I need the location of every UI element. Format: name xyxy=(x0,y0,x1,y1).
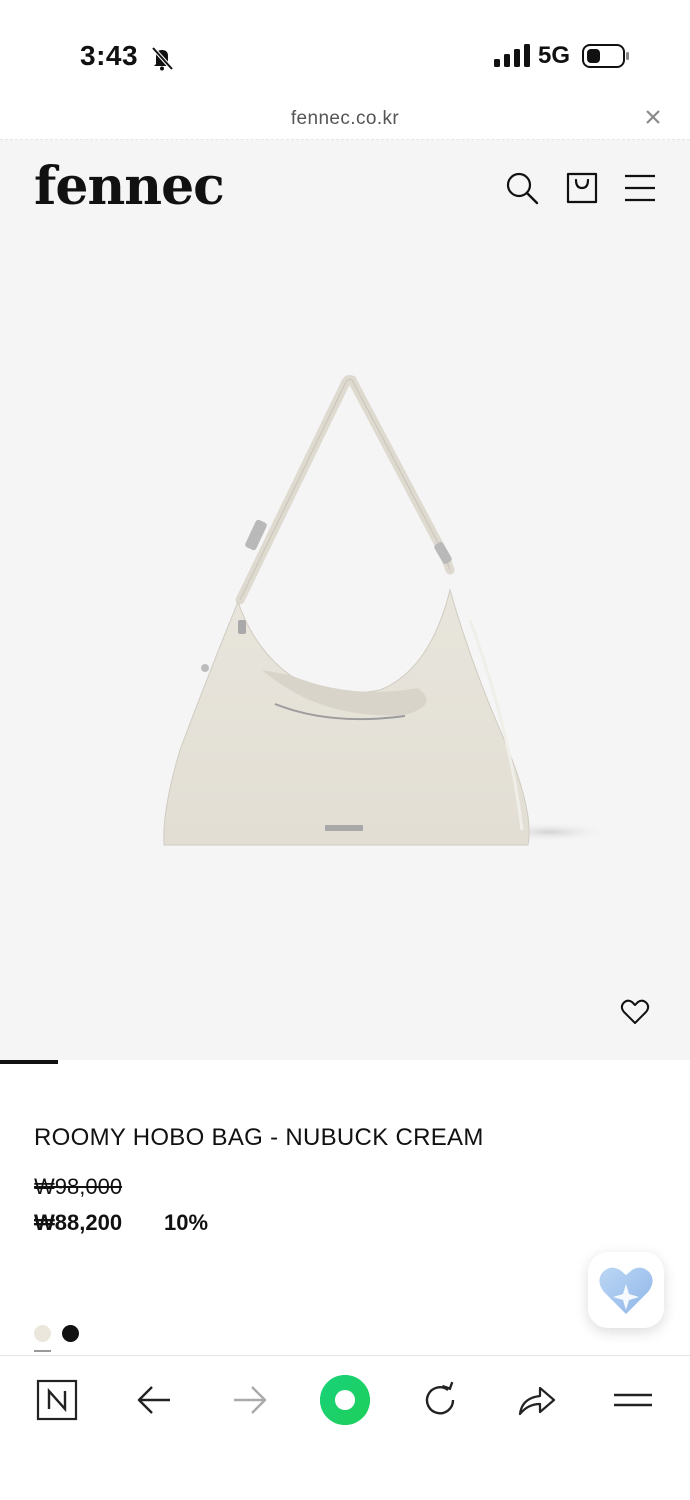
image-slider-track xyxy=(0,1060,690,1064)
url-text[interactable]: fennec.co.kr xyxy=(0,108,690,130)
forward-arrow-icon[interactable] xyxy=(228,1378,272,1422)
refresh-icon[interactable] xyxy=(418,1378,462,1422)
selected-swatch-underline xyxy=(34,1350,51,1352)
bell-slash-icon xyxy=(151,46,174,71)
color-swatch-cream[interactable] xyxy=(34,1325,51,1342)
close-icon[interactable] xyxy=(642,106,664,128)
status-time: 3:43 xyxy=(80,40,139,71)
signal-icon xyxy=(494,44,530,67)
green-dot-home-icon[interactable] xyxy=(320,1375,370,1425)
color-swatch-black[interactable] xyxy=(62,1325,79,1342)
naver-n-icon[interactable] xyxy=(35,1378,79,1422)
browser-toolbar xyxy=(0,1355,690,1500)
product-title: ROOMY HOBO BAG - NUBUCK CREAM xyxy=(34,1124,484,1151)
image-slider-indicator xyxy=(0,1060,58,1064)
site-logo[interactable]: fennec xyxy=(34,156,225,217)
discount-rate: 10% xyxy=(164,1210,209,1235)
back-arrow-icon[interactable] xyxy=(132,1378,176,1422)
search-icon[interactable] xyxy=(504,170,540,206)
sparkle-heart-icon xyxy=(599,1267,653,1314)
battery-icon xyxy=(582,44,629,68)
status-bar: 3:43 5G xyxy=(0,0,690,100)
shopping-bag-icon[interactable] xyxy=(564,170,600,206)
menu-icon[interactable] xyxy=(611,1378,655,1422)
share-icon[interactable] xyxy=(514,1378,558,1422)
url-bar[interactable]: fennec.co.kr xyxy=(0,100,690,140)
network-label: 5G xyxy=(538,42,571,69)
sale-price: ₩88,200 xyxy=(34,1210,123,1235)
product-hero: fennec xyxy=(0,140,690,1060)
wishlist-heart-icon[interactable] xyxy=(620,998,650,1026)
original-price: ₩98,000 xyxy=(34,1174,123,1199)
product-image[interactable] xyxy=(150,370,600,860)
menu-icon[interactable] xyxy=(622,170,658,206)
floating-heart-button[interactable] xyxy=(588,1252,664,1328)
